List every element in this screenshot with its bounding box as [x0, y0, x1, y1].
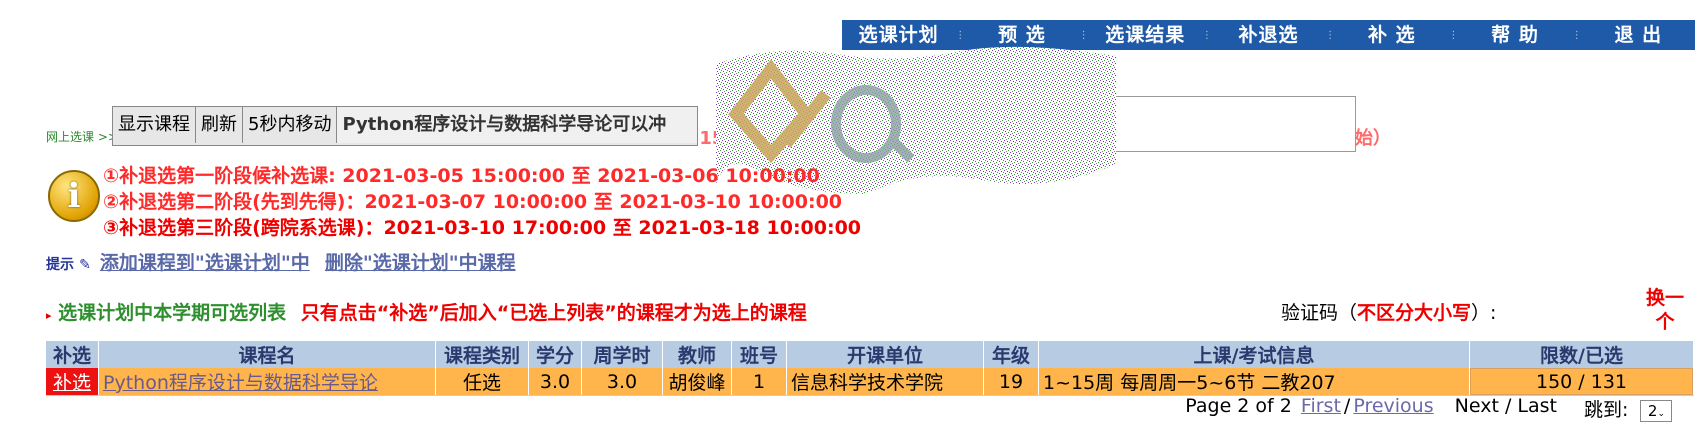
col-category: 课程类别 [435, 341, 529, 368]
helper-message: Python程序设计与数据科学导论可以冲 [337, 107, 698, 143]
nav-separator: ⋮ [1201, 29, 1212, 41]
limit-cell: 150 / 131 [1469, 368, 1694, 395]
col-dept: 开课单位 [786, 341, 984, 368]
jump-to-page: 跳到: 2⌄ [1584, 395, 1673, 422]
captcha-label-emphasis: 不区分大小写 [1357, 302, 1472, 324]
bullet-arrow-icon: ▸ [46, 309, 52, 322]
grade-cell: 19 [983, 368, 1039, 395]
nav-add-drop[interactable]: 补退选 [1212, 20, 1325, 50]
table-row: 补选 Python程序设计与数据科学导论 任选 3.0 3.0 胡俊峰 1 信息… [46, 368, 1694, 395]
refresh-button[interactable]: 刷新 [196, 107, 243, 143]
previous-page-link[interactable]: Previous [1353, 395, 1433, 417]
nav-separator: ⋮ [1571, 29, 1582, 41]
credit-cell: 3.0 [528, 368, 582, 395]
chevron-down-icon: ⌄ [1657, 408, 1665, 419]
course-table: 补选 课程名 课程类别 学分 周学时 教师 班号 开课单位 年级 上课/考试信息… [46, 341, 1694, 395]
nav-help[interactable]: 帮 助 [1458, 20, 1571, 50]
supplement-link[interactable]: 补选 [53, 372, 91, 394]
hours-cell: 3.0 [581, 368, 663, 395]
col-hours: 周学时 [581, 341, 663, 368]
page-select[interactable]: 2⌄ [1640, 399, 1673, 422]
nav-logout[interactable]: 退 出 [1582, 20, 1695, 50]
col-limit: 限数/已选 [1469, 341, 1694, 368]
col-teacher: 教师 [662, 341, 732, 368]
col-credit: 学分 [528, 341, 582, 368]
add-to-plan-link[interactable]: 添加课程到"选课计划"中 [100, 252, 310, 274]
page-indicator: Page 2 of 2 [1185, 395, 1292, 417]
supplement-cell: 补选 [46, 368, 99, 395]
tip-label: 提示 [46, 257, 74, 273]
list-title-text: 选课计划中本学期可选列表 [58, 302, 287, 324]
col-grade: 年级 [983, 341, 1039, 368]
phase-1-text: ①补退选第一阶段候补选课: 2021-03-05 15:00:00 至 2021… [103, 165, 820, 187]
list-note: 只有点击“补选”后加入“已选上列表”的课程才为选上的课程 [300, 302, 807, 324]
col-action: 补选 [46, 341, 99, 368]
nav-separator: ⋮ [955, 29, 966, 41]
nav-separator: ⋮ [1325, 29, 1336, 41]
remove-from-plan-link[interactable]: 删除"选课计划"中课程 [325, 252, 516, 274]
course-name-link[interactable]: Python程序设计与数据科学导论 [103, 372, 378, 394]
dept-cell: 信息科学技术学院 [786, 368, 984, 395]
table-header-row: 补选 课程名 课程类别 学分 周学时 教师 班号 开课单位 年级 上课/考试信息… [46, 341, 1694, 368]
phase-3-text: ③补退选第三阶段(跨院系选课)：2021-03-10 17:00:00 至 20… [103, 217, 862, 239]
teacher-cell: 胡俊峰 [662, 368, 732, 395]
tip-row: 提示 ✎ 添加课程到"选课计划"中 删除"选课计划"中课程 [46, 248, 516, 275]
col-class-no: 班号 [731, 341, 787, 368]
first-page-link[interactable]: First [1301, 395, 1341, 417]
col-course-name: 课程名 [98, 341, 436, 368]
class-no-cell: 1 [731, 368, 787, 395]
captcha-label-prefix: 验证码（ [1281, 302, 1358, 324]
course-name-cell: Python程序设计与数据科学导论 [98, 368, 436, 395]
next-last-text: Next / Last [1454, 395, 1557, 417]
pager-slash: / [1343, 395, 1351, 417]
show-courses-button[interactable]: 显示课程 [113, 107, 196, 143]
phase-2-text: ②补退选第二阶段(先到先得)：2021-03-07 10:00:00 至 202… [103, 191, 843, 213]
nav-separator: ⋮ [1078, 29, 1089, 41]
category-cell: 任选 [435, 368, 529, 395]
list-title: ▸ 选课计划中本学期可选列表 只有点击“补选”后加入“已选上列表”的课程才为选上… [46, 298, 807, 325]
captcha-label: 验证码（不区分大小写）: [1281, 298, 1496, 325]
info-icon: i [48, 170, 100, 222]
jump-label: 跳到: [1584, 399, 1629, 421]
nav-separator: ⋮ [1448, 29, 1459, 41]
move-button[interactable]: 5秒内移动 [243, 107, 338, 143]
refresh-captcha-link[interactable]: 换一个 [1640, 286, 1690, 334]
schedule-cell: 1~15周 每周周一5~6节 二教207 [1038, 368, 1470, 395]
pager: Page 2 of 2 First / Previous Next / Last [1185, 395, 1557, 417]
col-schedule: 上课/考试信息 [1038, 341, 1470, 368]
captcha-label-suffix: ）: [1471, 302, 1497, 324]
helper-toolbar: 显示课程 刷新 5秒内移动 Python程序设计与数据科学导论可以冲 [112, 106, 699, 146]
nav-supplement[interactable]: 补 选 [1335, 20, 1448, 50]
tip-icon: ✎ [79, 257, 91, 273]
